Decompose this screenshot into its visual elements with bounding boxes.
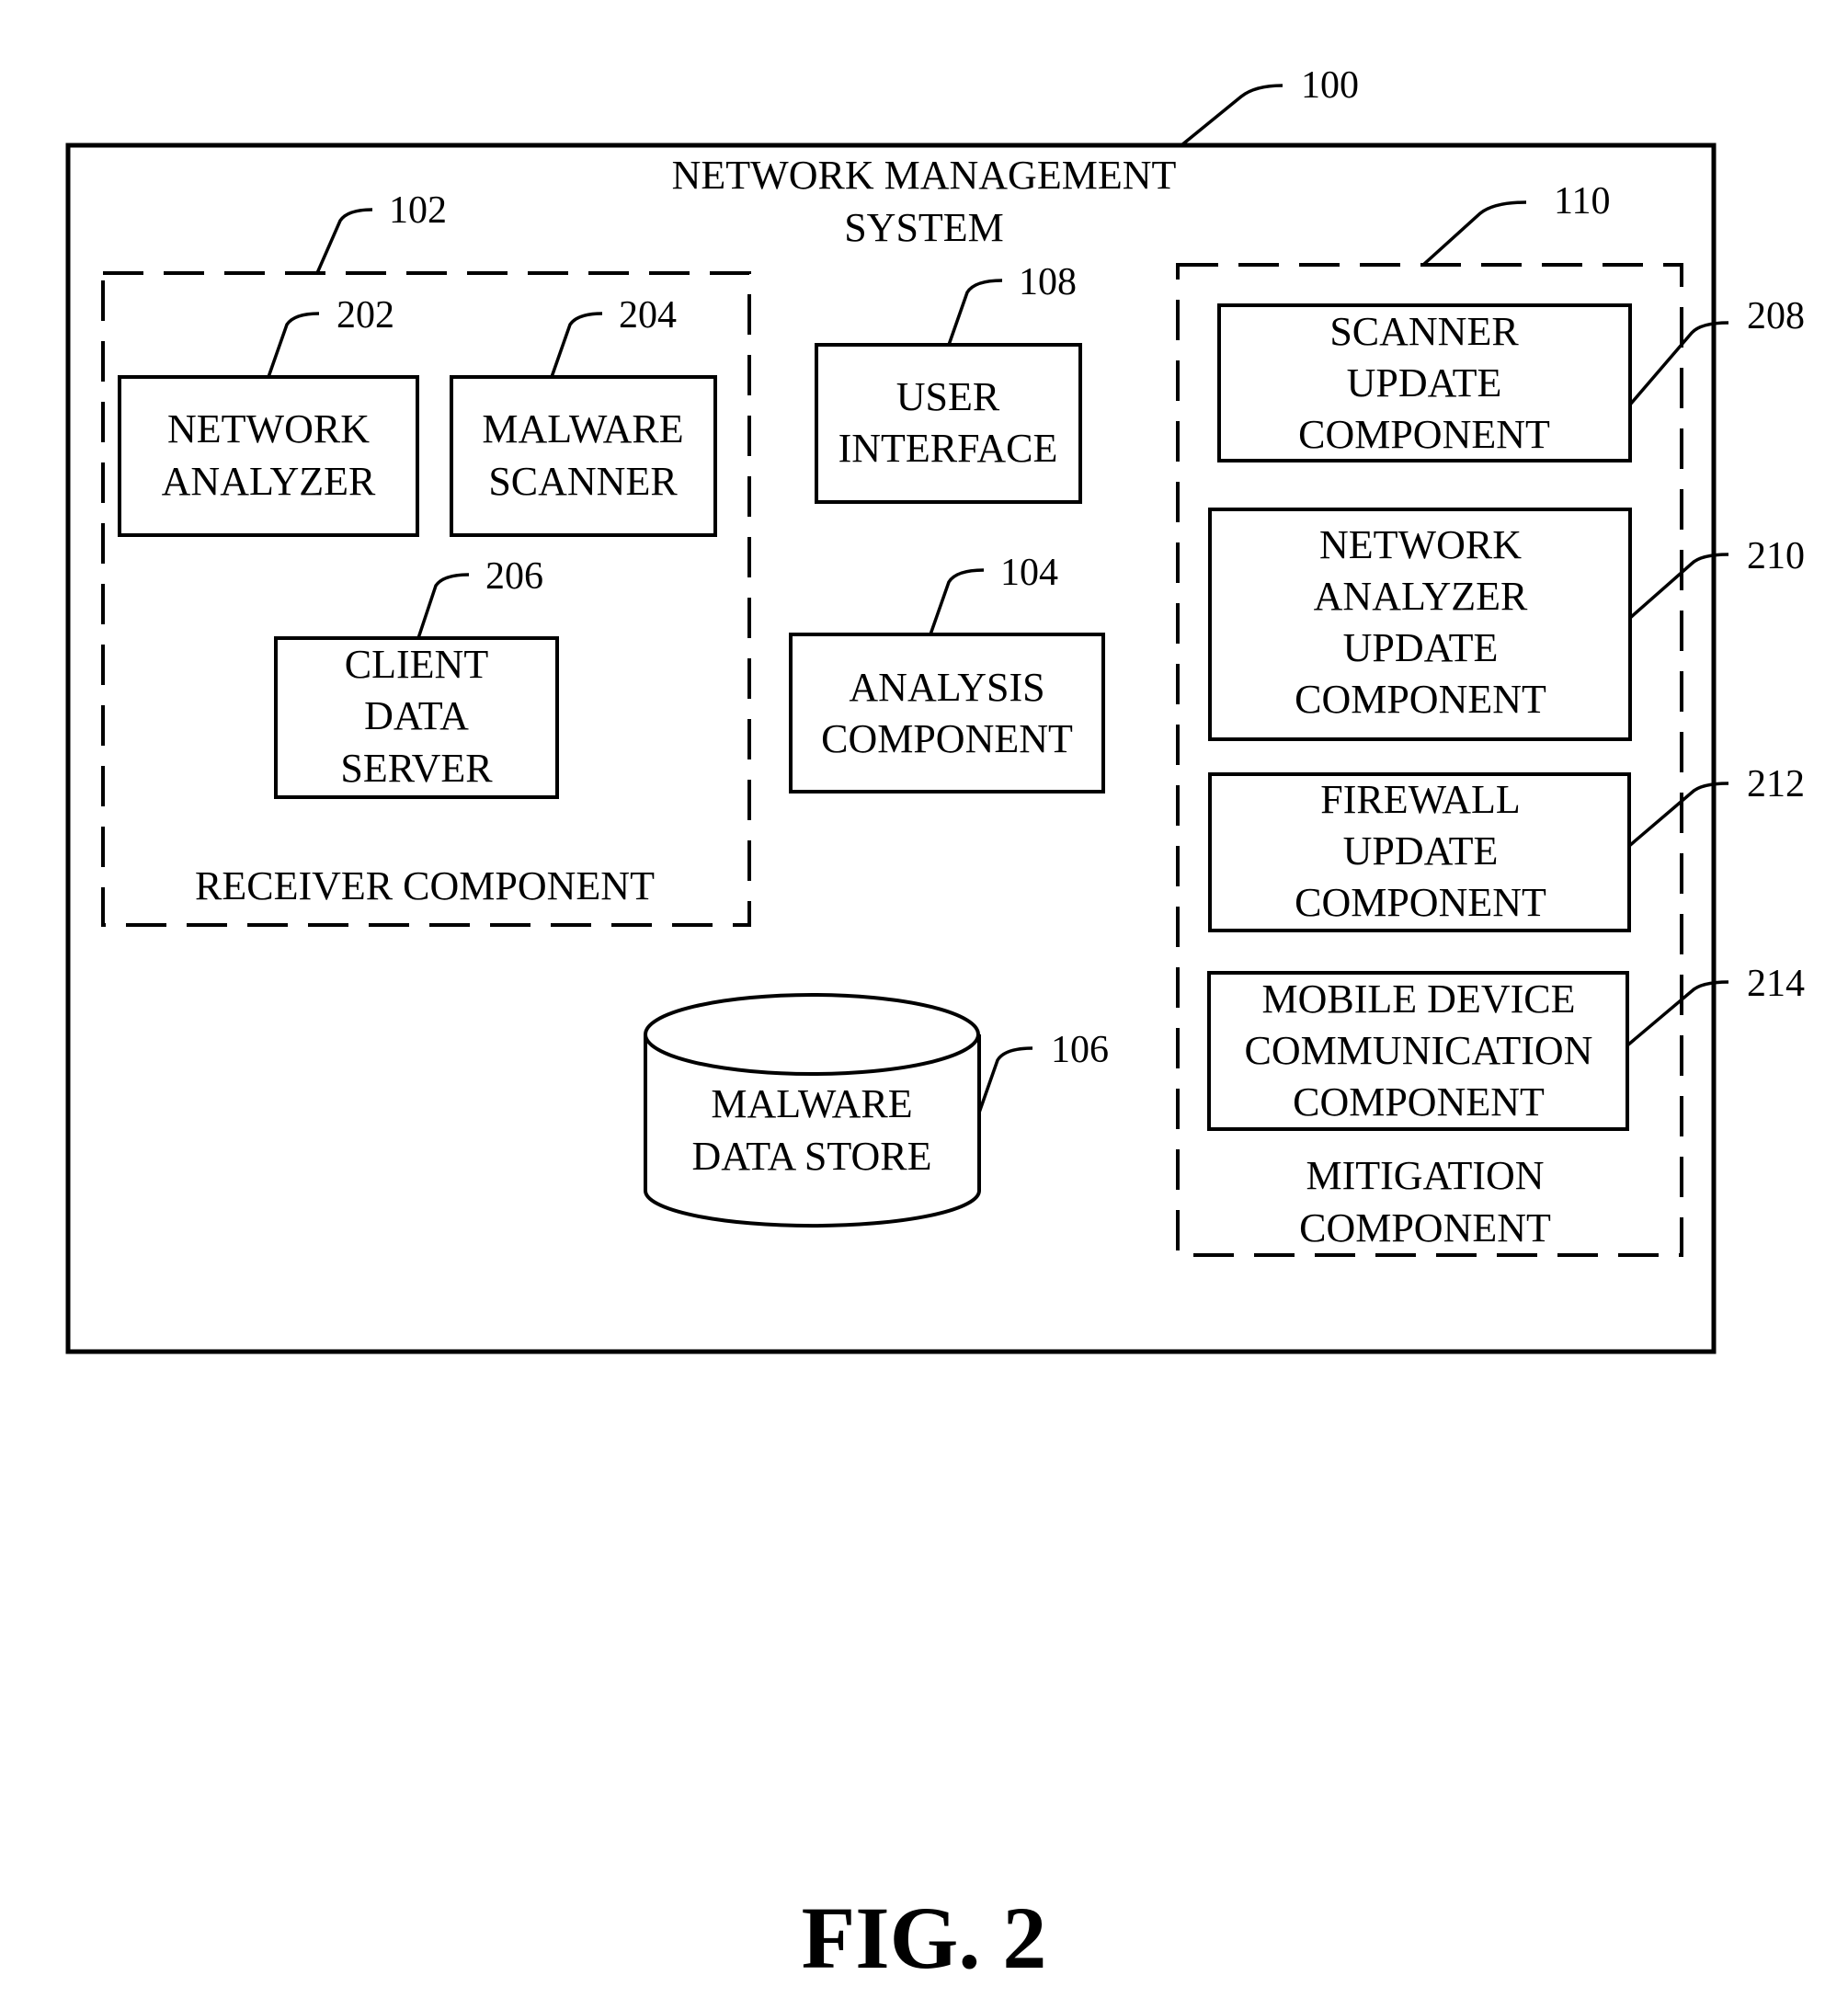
leader-line-102: [315, 208, 373, 274]
leader-line-204: [550, 312, 603, 378]
data-store-line-1: MALWARE: [711, 1081, 912, 1126]
system-title-line-1: NETWORK MANAGEMENT: [672, 153, 1177, 198]
client-data-server-line-3: SERVER: [340, 746, 493, 791]
leader-line-110: [1421, 200, 1527, 267]
network-analyzer-line-1: NETWORK: [167, 406, 370, 451]
scanner-update-component-box: SCANNER UPDATE COMPONENT 208: [1217, 295, 1805, 462]
scanner-update-line-1: SCANNER: [1329, 309, 1519, 354]
leader-line-206: [416, 573, 470, 639]
ref-number-106: 106: [1051, 1029, 1109, 1071]
malware-scanner-box: MALWARE SCANNER 204: [450, 294, 717, 537]
network-analyzer-update-line-2: ANALYZER: [1314, 574, 1528, 619]
ref-number-210: 210: [1747, 535, 1805, 577]
mobile-device-line-3: COMPONENT: [1293, 1079, 1545, 1125]
analysis-component-line-2: COMPONENT: [821, 716, 1073, 761]
leader-line-202: [267, 312, 320, 378]
scanner-update-line-3: COMPONENT: [1298, 412, 1550, 457]
ref-number-102: 102: [389, 189, 447, 232]
firewall-update-line-3: COMPONENT: [1295, 880, 1546, 925]
network-analyzer-box: NETWORK ANALYZER 202: [118, 294, 419, 537]
client-data-server-box: CLIENT DATA 206 SERVER: [274, 555, 559, 799]
malware-scanner-line-2: SCANNER: [488, 459, 678, 504]
client-data-server-line-1: CLIENT: [345, 642, 489, 687]
ref-number-208: 208: [1747, 295, 1805, 337]
leader-line-104: [929, 568, 985, 635]
user-interface-box: USER INTERFACE 108: [815, 261, 1082, 504]
network-analyzer-update-line-1: NETWORK: [1319, 522, 1522, 567]
figure-label: FIG. 2: [802, 1889, 1047, 1987]
network-analyzer-update-line-3: UPDATE: [1343, 625, 1499, 670]
mitigation-label-line-1: MITIGATION: [1306, 1153, 1544, 1198]
malware-scanner-line-1: MALWARE: [482, 406, 683, 451]
mobile-device-line-1: MOBILE DEVICE: [1262, 976, 1576, 1022]
scanner-update-line-2: UPDATE: [1347, 360, 1502, 405]
ref-number-214: 214: [1747, 963, 1805, 1005]
ref-number-108: 108: [1019, 261, 1077, 303]
firewall-update-line-1: FIREWALL: [1320, 777, 1521, 822]
user-interface-line-1: USER: [896, 374, 1000, 419]
ref-number-212: 212: [1747, 763, 1805, 805]
analysis-component-line-1: ANALYSIS: [849, 665, 1044, 710]
network-analyzer-line-2: ANALYZER: [162, 459, 376, 504]
diagram-canvas: NETWORK MANAGEMENT SYSTEM 100 102 RECEIV…: [65, 64, 1805, 1987]
receiver-component: 102 RECEIVER COMPONENT NETWORK ANALYZER …: [101, 189, 751, 927]
leader-line-100: [1180, 84, 1283, 147]
firewall-update-line-2: UPDATE: [1343, 828, 1499, 873]
analysis-component-box: ANALYSIS COMPONENT 104: [789, 552, 1105, 793]
leader-line-106: [977, 1046, 1033, 1113]
receiver-dashed-boundary: [101, 271, 751, 927]
ref-number-204: 204: [619, 294, 677, 337]
data-store-line-2: DATA STORE: [692, 1134, 932, 1179]
ref-number-104: 104: [1000, 552, 1058, 594]
ref-number-100: 100: [1301, 64, 1359, 107]
ref-number-206: 206: [485, 555, 543, 598]
leader-line-108: [947, 279, 1003, 346]
cylinder-top: [644, 993, 980, 1076]
mobile-device-line-2: COMMUNICATION: [1245, 1028, 1593, 1073]
mitigation-component: 110 MITIGATION COMPONENT SCANNER UPDATE …: [1176, 180, 1805, 1257]
malware-data-store-cylinder: MALWARE DATA STORE 106: [644, 993, 1109, 1228]
client-data-server-line-2: DATA: [364, 693, 469, 738]
mitigation-label-line-2: COMPONENT: [1299, 1205, 1551, 1250]
ref-number-202: 202: [337, 294, 394, 337]
network-analyzer-update-line-4: COMPONENT: [1295, 677, 1546, 722]
system-title-line-2: SYSTEM: [844, 205, 1004, 250]
receiver-component-label: RECEIVER COMPONENT: [195, 863, 655, 908]
user-interface-line-2: INTERFACE: [838, 426, 1058, 471]
ref-number-110: 110: [1554, 180, 1610, 223]
